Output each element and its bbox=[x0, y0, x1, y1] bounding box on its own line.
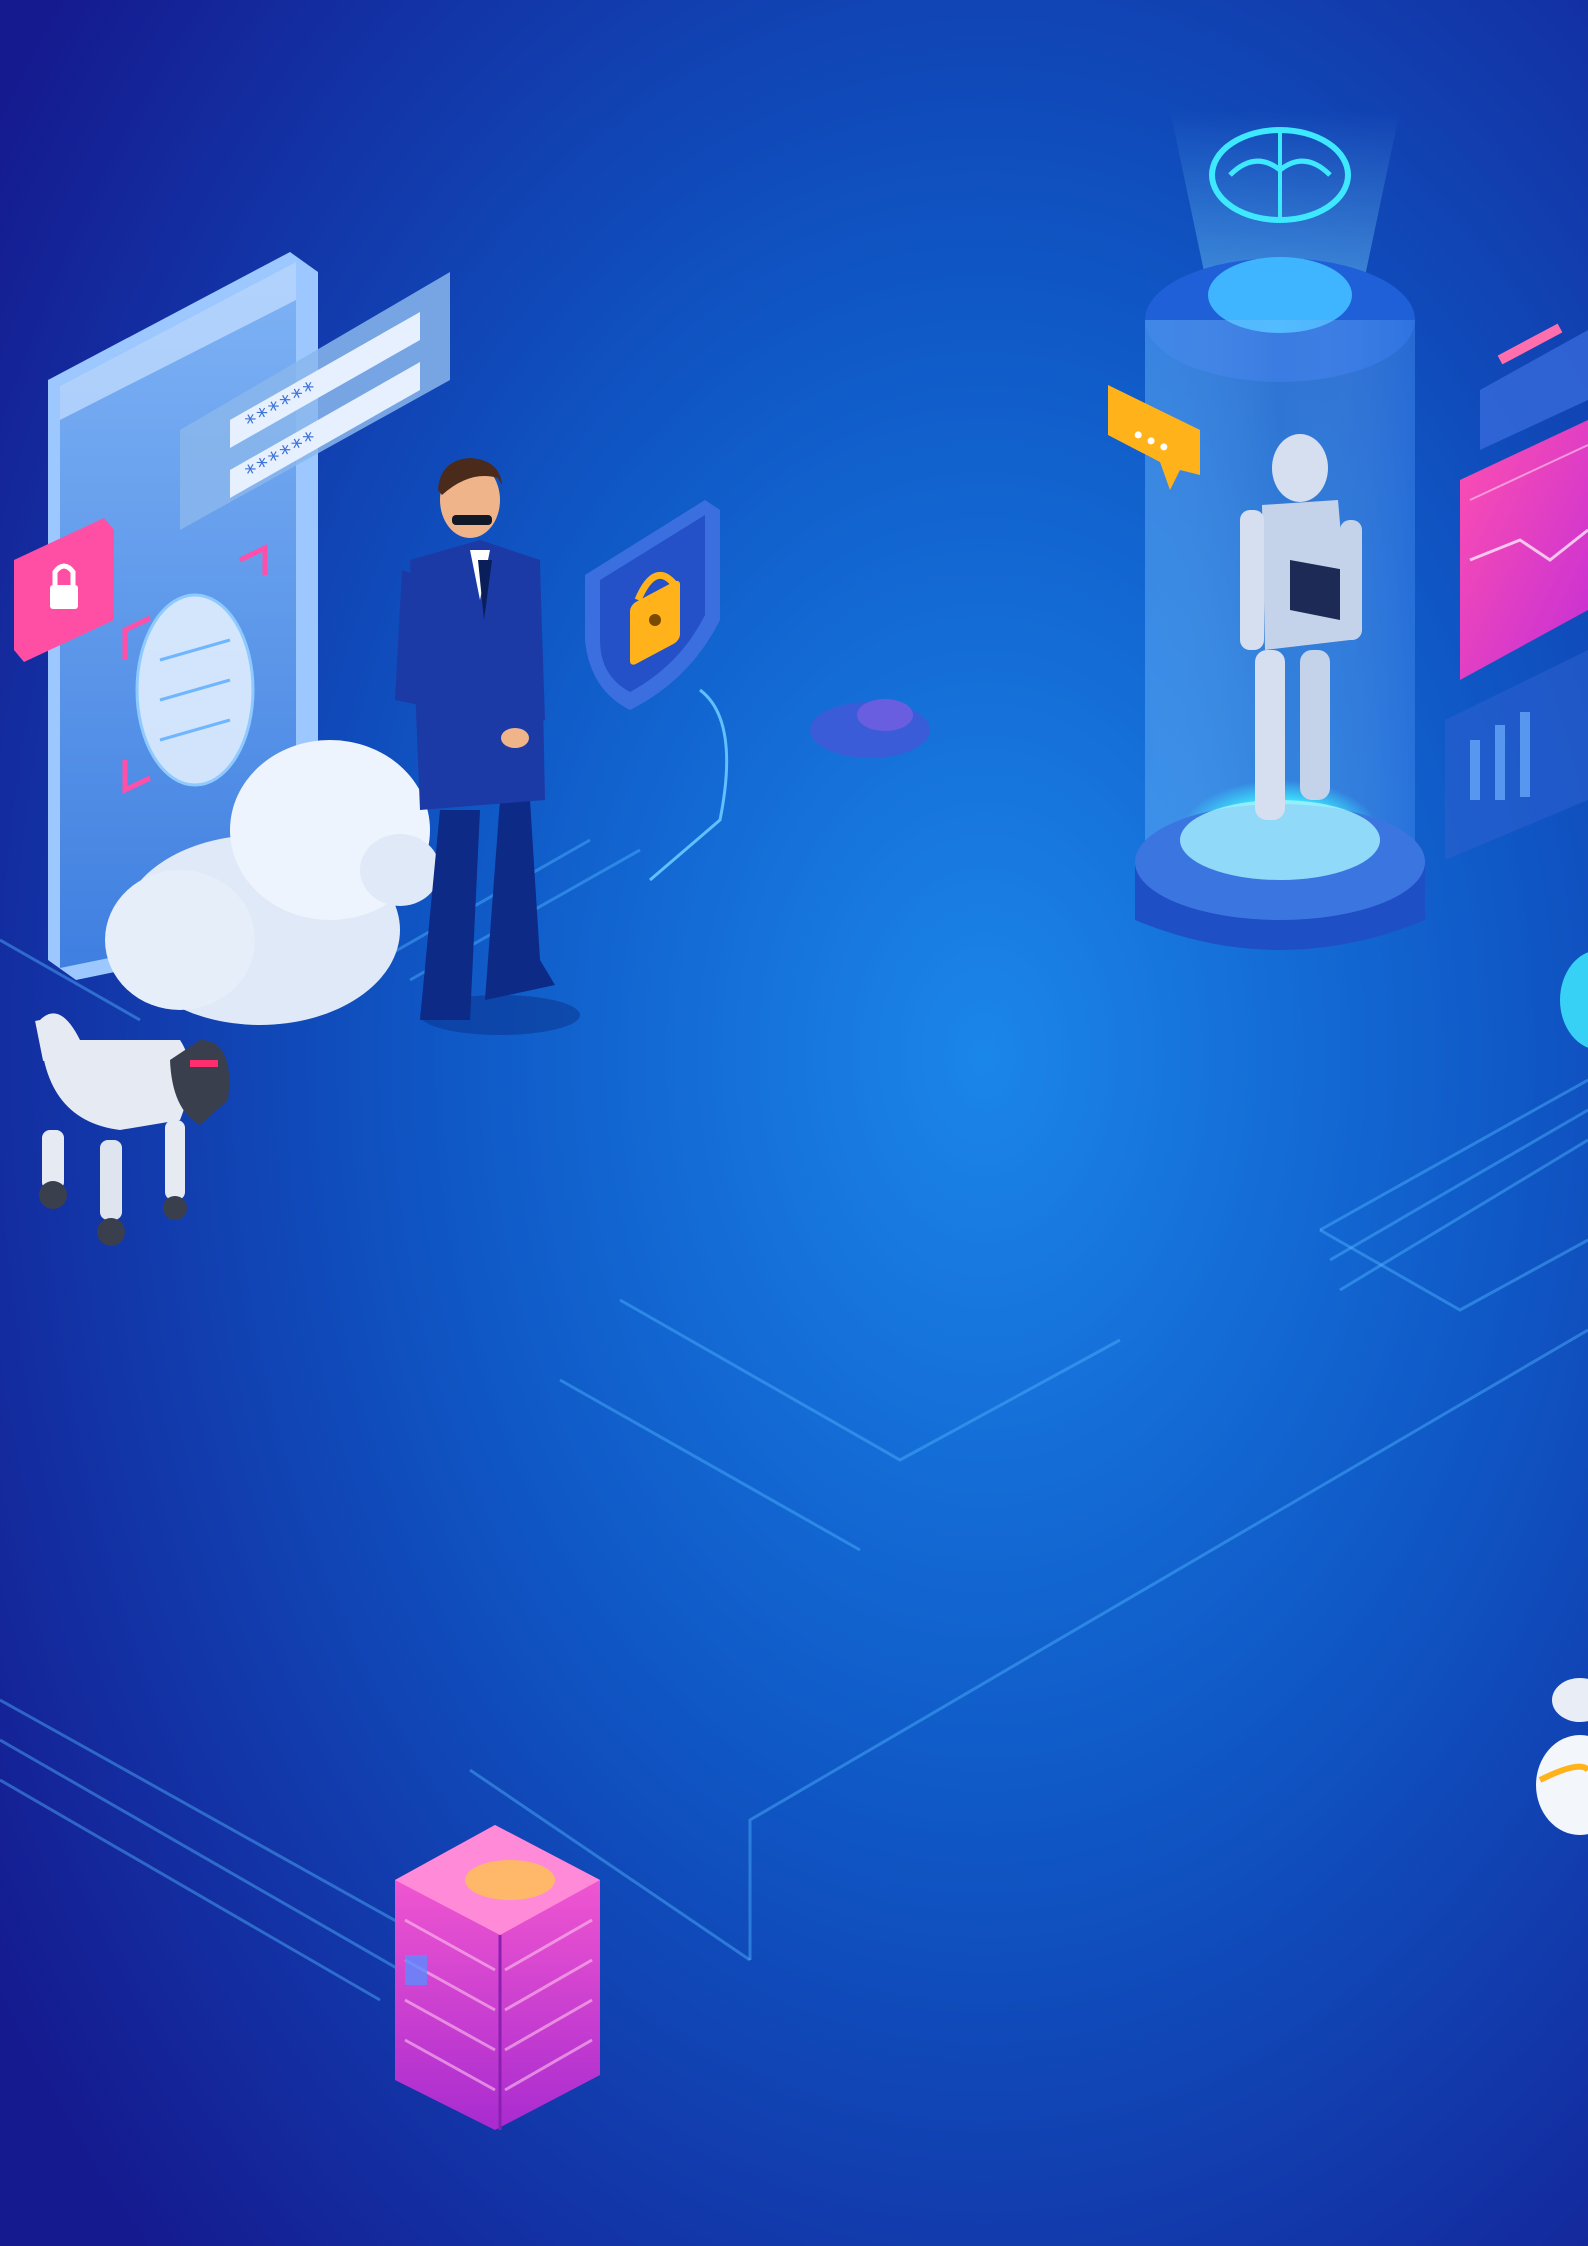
brain-hologram-icon bbox=[1209, 127, 1351, 223]
server-tower-icon bbox=[395, 1825, 600, 2130]
ai-security-scene: ****** ****** ••• bbox=[0, 0, 1588, 2246]
